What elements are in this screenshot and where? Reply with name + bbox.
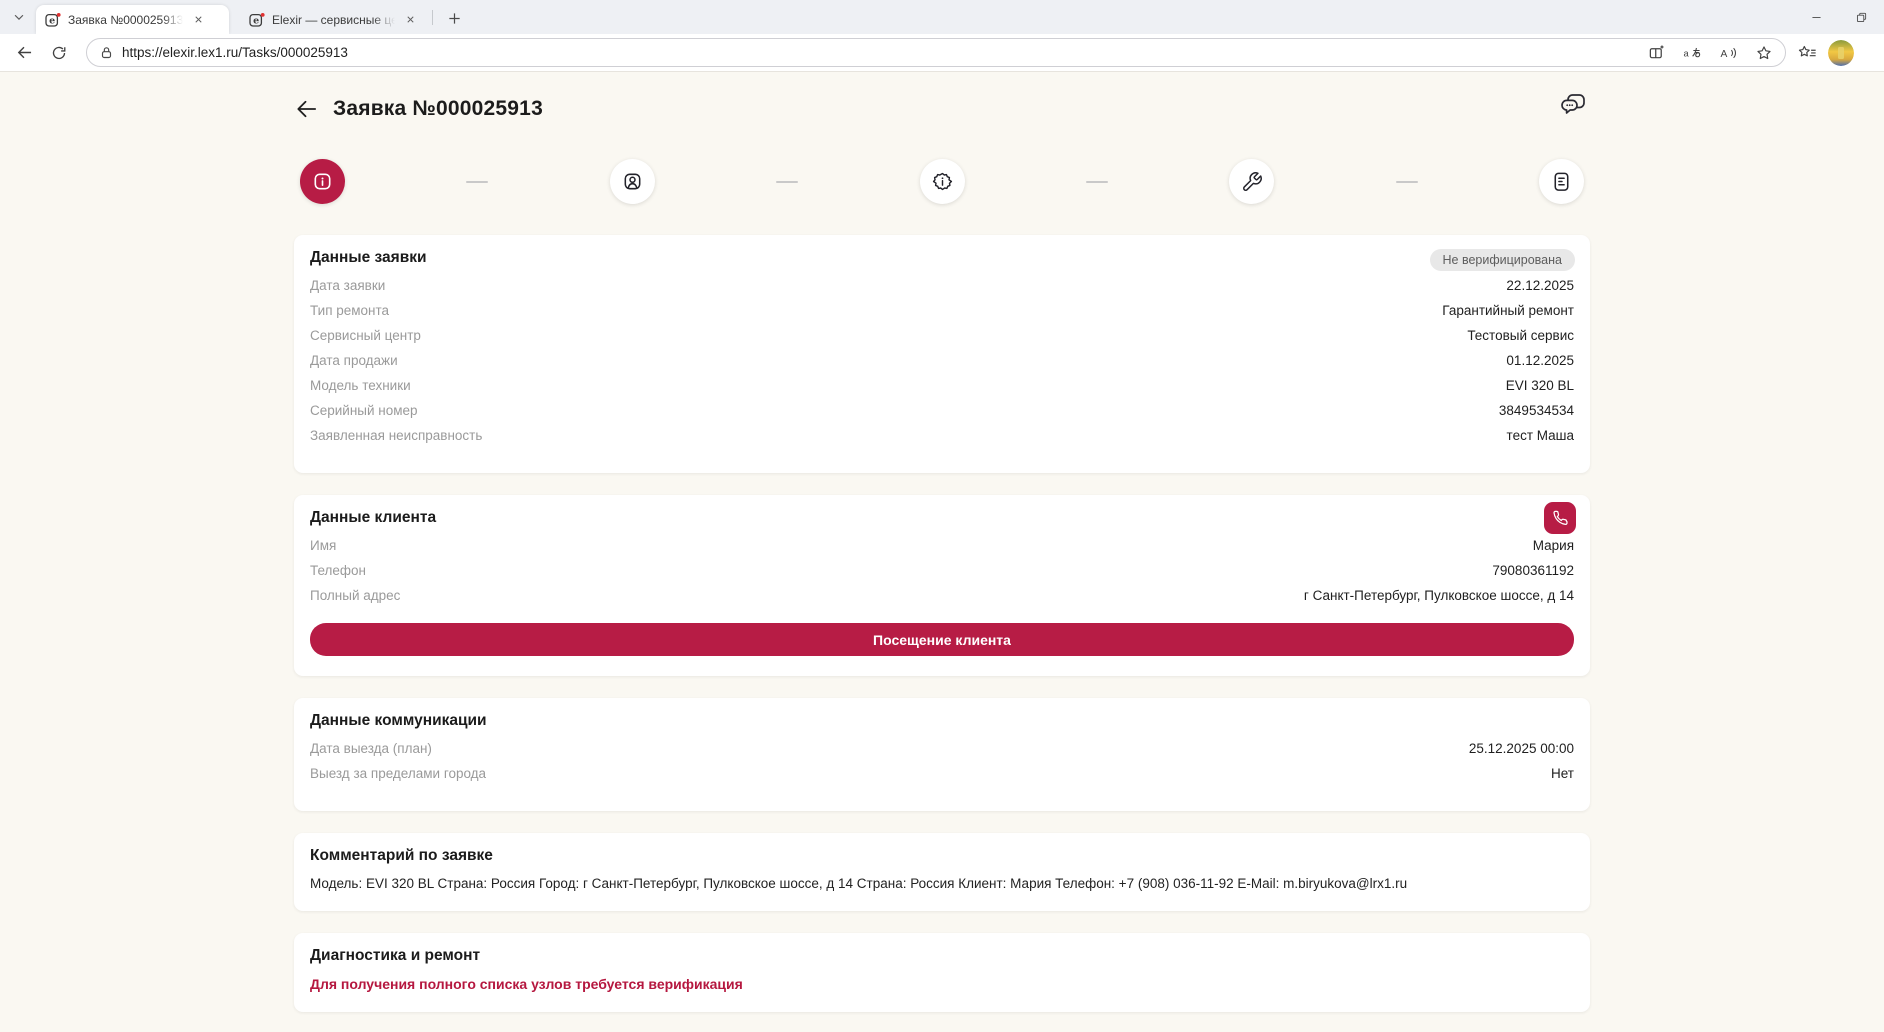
back-icon [15,44,32,61]
card-title: Данные заявки [310,249,1574,267]
page-back-button[interactable] [294,98,319,120]
url-text[interactable]: https://elexir.lex1.ru/Tasks/000025913 [122,45,1643,60]
status-badge: Не верифицирована [1430,249,1575,271]
card-client-data: Данные клиента Имя Мария Телефон 7908036… [294,495,1590,676]
tab-request[interactable]: e Заявка №000025913 [36,5,229,34]
page-body: Заявка №000025913 [0,73,1884,1032]
field-row: Серийный номер 3849534534 [310,403,1574,428]
tab-elexir[interactable]: e Elexir — сервисные центры LEX [240,5,427,34]
field-row: Дата выезда (план) 25.12.2025 00:00 [310,741,1574,766]
star-icon [1756,45,1772,61]
page-title: Заявка №000025913 [333,97,543,121]
step-repair[interactable] [1229,159,1274,204]
field-row: Сервисный центр Тестовый сервис [310,328,1574,353]
tab-title: Заявка №000025913 [68,13,183,27]
favorite-star-button[interactable] [1751,41,1777,65]
browser-tab-strip: e Заявка №000025913 e Elexir — сервисные… [0,0,1884,34]
svg-text:a: a [1684,48,1690,58]
stepper [294,159,1590,204]
restore-button[interactable] [1839,0,1884,34]
split-screen-icon [1648,44,1665,61]
comment-text: Модель: EVI 320 BL Страна: Россия Город:… [310,876,1574,891]
tab-search-button[interactable] [6,5,32,29]
plus-icon [447,11,462,26]
verification-warning: Для получения полного списка узлов требу… [310,976,1574,992]
document-icon [1550,170,1573,193]
svg-text:e: e [253,15,259,26]
step-documents[interactable] [1539,159,1584,204]
field-row: Выезд за пределами города Нет [310,766,1574,791]
field-row: Тип ремонта Гарантийный ремонт [310,303,1574,328]
browser-toolbar: https://elexir.lex1.ru/Tasks/000025913 a… [0,34,1884,72]
new-tab-button[interactable] [441,6,467,30]
field-row: Телефон 79080361192 [310,563,1574,588]
step-connector [776,181,798,183]
elexir-favicon-icon: e [249,12,265,28]
card-comment: Комментарий по заявке Модель: EVI 320 BL… [294,833,1590,911]
close-icon[interactable] [402,11,419,28]
field-row: Полный адрес г Санкт-Петербург, Пулковск… [310,588,1574,613]
step-connector [1396,181,1418,183]
close-icon[interactable] [190,11,207,28]
svg-text:e: e [49,15,55,26]
minimize-icon [1810,11,1823,24]
profile-avatar[interactable] [1828,40,1854,66]
refresh-button[interactable] [44,38,74,68]
chat-bubbles-icon [1558,91,1588,119]
verification-badge-icon [931,170,954,193]
card-title: Данные клиента [310,509,1574,527]
repair-wrench-icon [1241,171,1263,193]
svg-text:A: A [1720,49,1727,60]
page-header: Заявка №000025913 [294,89,1590,129]
minimize-button[interactable] [1794,0,1839,34]
step-verification[interactable] [920,159,965,204]
window-controls [1794,0,1884,34]
chevron-down-icon [12,10,26,24]
client-icon [621,170,644,193]
restore-icon [1855,11,1868,24]
translate-button[interactable]: a [1679,41,1705,65]
step-info[interactable] [300,159,345,204]
card-title: Данные коммуникации [310,712,1574,730]
field-row: Дата продажи 01.12.2025 [310,353,1574,378]
card-request-data: Данные заявки Не верифицирована Дата зая… [294,235,1590,473]
elexir-favicon-icon: e [45,12,61,28]
back-arrow-icon [294,98,319,120]
field-row: Имя Мария [310,538,1574,563]
card-title: Комментарий по заявке [310,847,1574,865]
field-row: Модель техники EVI 320 BL [310,378,1574,403]
chat-button[interactable] [1558,91,1588,119]
card-communication-data: Данные коммуникации Дата выезда (план) 2… [294,698,1590,811]
tab-divider [432,10,433,25]
read-aloud-icon: A [1719,45,1737,61]
client-visit-button[interactable]: Посещение клиента [310,623,1574,656]
split-screen-button[interactable] [1643,41,1669,65]
favorites-list-button[interactable] [1794,41,1820,65]
browser-back-button[interactable] [8,38,38,68]
address-bar[interactable]: https://elexir.lex1.ru/Tasks/000025913 a… [86,38,1786,67]
phone-icon [1552,510,1569,527]
favorites-list-icon [1798,44,1817,61]
field-row: Заявленная неисправность тест Маша [310,428,1574,453]
step-connector [466,181,488,183]
tab-title: Elexir — сервисные центры LEX [272,13,395,27]
read-aloud-button[interactable]: A [1715,41,1741,65]
step-connector [1086,181,1108,183]
lock-icon [99,45,114,60]
translate-icon: a [1683,45,1701,61]
card-diagnostics: Диагностика и ремонт Для получения полно… [294,933,1590,1012]
step-client[interactable] [610,159,655,204]
card-title: Диагностика и ремонт [310,947,1574,965]
field-row: Дата заявки 22.12.2025 [310,278,1574,303]
info-icon [311,170,334,193]
call-client-button[interactable] [1544,502,1576,534]
refresh-icon [51,45,67,61]
